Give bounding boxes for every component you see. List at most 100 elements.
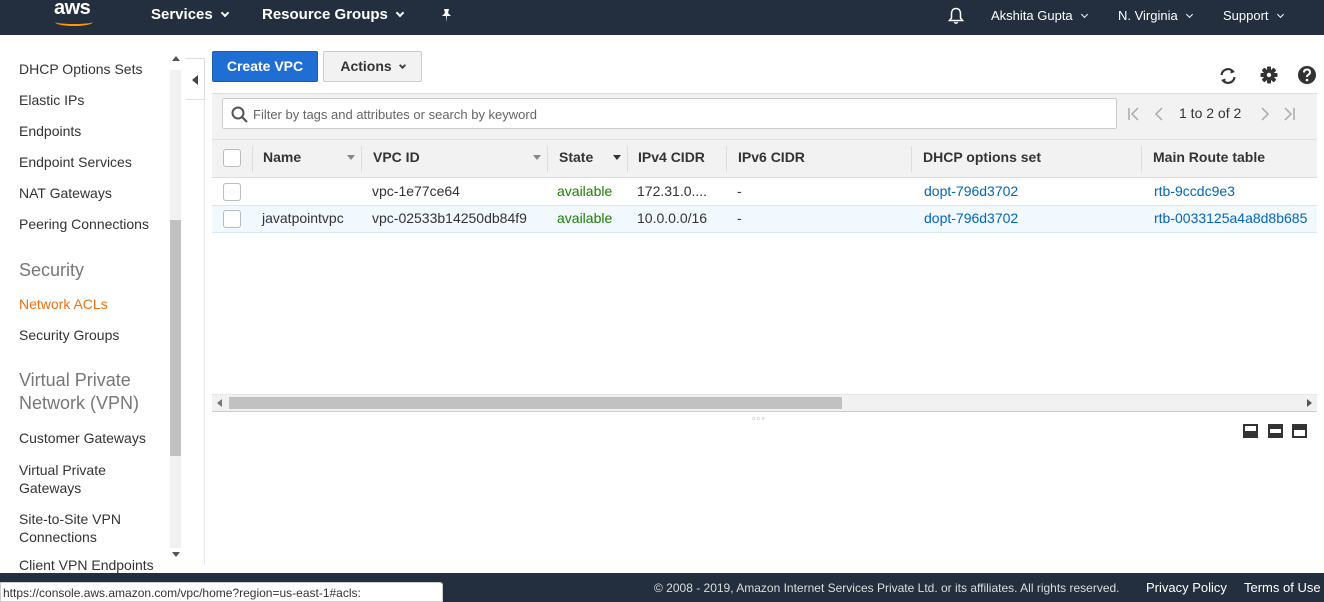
collapse-sidebar-button[interactable] [186,58,205,100]
last-page-icon[interactable] [1282,106,1296,122]
cell-route-table-link[interactable]: rtb-0033125a4a8d8b685 [1154,210,1307,226]
top-navigation-bar: aws Services Resource Groups Akshita Gup… [0,0,1324,35]
sort-icon[interactable] [347,155,355,160]
scroll-left-arrow-icon[interactable] [217,399,222,407]
services-label: Services [151,6,213,23]
region-name: N. Virginia [1118,8,1178,23]
region-menu[interactable]: N. Virginia [1118,8,1193,23]
column-header-main-route-table[interactable]: Main Route table [1153,149,1265,165]
prev-page-icon[interactable] [1153,106,1165,122]
column-header-ipv4-cidr[interactable]: IPv4 CIDR [638,149,705,165]
search-input[interactable] [253,104,1103,124]
caret-left-icon [192,75,198,85]
sidebar-item-virtual-private-gateways[interactable]: Virtual Private Gateways [19,461,106,497]
search-icon [231,106,248,123]
scrollbar-thumb[interactable] [229,397,842,409]
next-page-icon[interactable] [1259,106,1271,122]
support-menu[interactable]: Support [1223,8,1284,23]
user-name: Akshita Gupta [991,8,1073,23]
gear-icon[interactable] [1259,65,1279,85]
table-row[interactable]: vpc-1e77ce64 available 172.31.0.... - do… [212,178,1317,206]
privacy-policy-link[interactable]: Privacy Policy [1146,580,1227,595]
table-header: Name VPC ID State IPv4 CIDR IPv6 CIDR DH… [212,139,1317,178]
row-checkbox[interactable] [223,183,241,201]
sort-icon[interactable] [613,155,621,160]
scroll-up-arrow-icon[interactable] [172,56,180,61]
table-horizontal-scrollbar[interactable] [212,394,1317,411]
pin-icon[interactable] [439,8,454,23]
sort-icon[interactable] [533,155,541,160]
cell-name: javatpointvpc [262,210,344,226]
sidebar-section-vpn-line1: Virtual Private [19,370,131,390]
terms-of-use-link[interactable]: Terms of Use [1244,580,1321,595]
sidebar-item-nat-gateways[interactable]: NAT Gateways [19,185,112,201]
layout-split-pane-icon[interactable] [1268,424,1283,438]
scroll-down-arrow-icon[interactable] [172,552,180,557]
sidebar-item-network-acls[interactable]: Network ACLs [19,296,108,312]
sidebar-item-peering-connections[interactable]: Peering Connections [19,216,149,232]
scrollbar-thumb[interactable] [170,220,181,456]
layout-top-pane-icon[interactable] [1292,424,1307,438]
search-box[interactable] [222,98,1117,129]
refresh-icon[interactable] [1218,66,1238,86]
sidebar-scrollbar[interactable] [168,52,183,565]
table-row[interactable]: javatpointvpc vpc-02533b14250db84f9 avai… [212,205,1317,233]
column-header-dhcp-options[interactable]: DHCP options set [923,149,1041,165]
chevron-down-icon [398,61,406,70]
cell-ipv6-cidr: - [737,210,742,226]
column-divider [547,146,548,172]
sidebar-item-client-vpn-endpoints[interactable]: Client VPN Endpoints [19,557,154,573]
first-page-icon[interactable] [1127,106,1141,122]
cell-ipv4-cidr: 172.31.0.... [637,183,708,199]
sidebar-item-customer-gateways[interactable]: Customer Gateways [19,430,146,446]
sidebar-divider [204,100,205,565]
bell-icon[interactable] [948,7,964,25]
chevron-down-icon [395,8,405,18]
sidebar-item-label: Connections [19,529,97,545]
actions-dropdown[interactable]: Actions [323,51,422,82]
resource-groups-label: Resource Groups [262,6,388,23]
chevron-down-icon [1185,10,1193,19]
column-header-ipv6-cidr[interactable]: IPv6 CIDR [738,149,805,165]
cell-state: available [557,210,613,226]
column-header-name[interactable]: Name [263,149,301,165]
resize-grip-icon[interactable]: ▫▫▫ [752,414,767,423]
column-divider [726,146,727,172]
pagination-count: 1 to 2 of 2 [1179,105,1242,121]
cell-ipv4-cidr: 10.0.0.0/16 [637,210,708,226]
aws-logo[interactable]: aws [54,0,91,20]
layout-bottom-pane-icon[interactable] [1243,424,1258,438]
column-header-vpc-id[interactable]: VPC ID [373,149,420,165]
create-vpc-button[interactable]: Create VPC [212,51,318,82]
cell-route-table-link[interactable]: rtb-9ccdc9e3 [1154,183,1235,199]
help-icon[interactable] [1297,65,1317,85]
actions-label: Actions [340,58,392,74]
sidebar-item-elastic-ips[interactable]: Elastic IPs [19,92,84,108]
aws-logo-smile [55,18,93,26]
select-all-checkbox[interactable] [223,149,241,167]
sidebar-item-security-groups[interactable]: Security Groups [19,327,119,343]
sidebar-item-site-to-site-vpn[interactable]: Site-to-Site VPN Connections [19,510,121,546]
resource-groups-menu[interactable]: Resource Groups [262,6,405,23]
services-menu[interactable]: Services [151,6,229,23]
cell-dhcp-link[interactable]: dopt-796d3702 [924,210,1018,226]
column-divider [361,146,362,172]
sidebar-item-label: Virtual Private [19,462,106,478]
pagination: 1 to 2 of 2 [1125,104,1305,124]
cell-ipv6-cidr: - [737,183,742,199]
column-divider [627,146,628,172]
column-divider [911,146,912,172]
cell-dhcp-link[interactable]: dopt-796d3702 [924,183,1018,199]
column-header-state[interactable]: State [559,149,593,165]
scroll-right-arrow-icon[interactable] [1307,399,1312,407]
cell-vpc-id: vpc-02533b14250db84f9 [372,210,527,226]
browser-status-url: https://console.aws.amazon.com/vpc/home?… [0,582,443,602]
sidebar-item-endpoints[interactable]: Endpoints [19,123,81,139]
user-menu[interactable]: Akshita Gupta [991,8,1088,23]
sidebar-item-dhcp-options-sets[interactable]: DHCP Options Sets [19,61,142,77]
sidebar-section-vpn: Virtual Private Network (VPN) [19,369,139,415]
sidebar-item-endpoint-services[interactable]: Endpoint Services [19,154,132,170]
chevron-down-icon [1080,10,1088,19]
sidebar-item-label: Gateways [19,480,82,496]
row-checkbox[interactable] [223,210,241,228]
